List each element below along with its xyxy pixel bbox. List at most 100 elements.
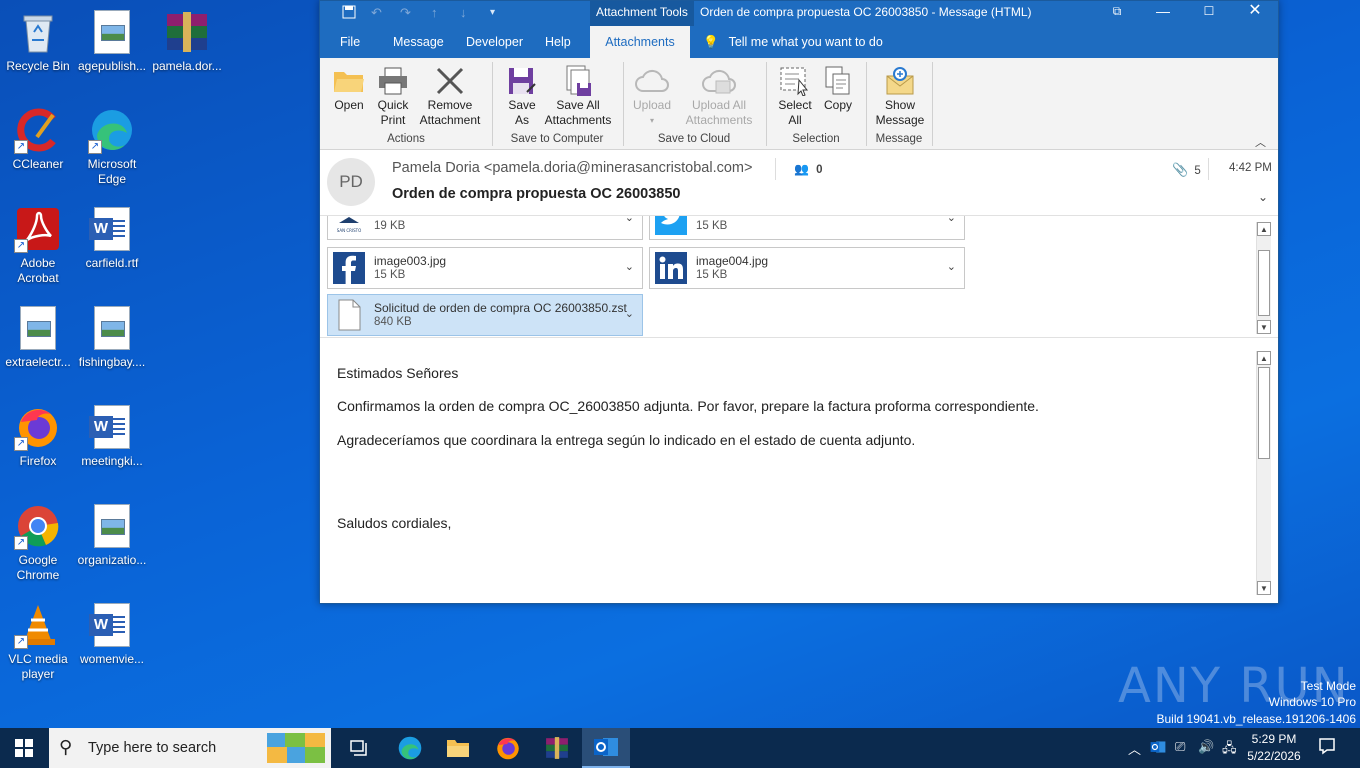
attachment-dropdown-icon[interactable]: ⌄ <box>947 260 956 273</box>
sender-address[interactable]: Pamela Doria <pamela.doria@minerasancris… <box>392 160 752 176</box>
recipients-count[interactable]: 👥 0 <box>794 162 823 176</box>
quick-print-label-2: Print <box>380 113 406 127</box>
tell-me-box[interactable]: 💡 Tell me what you want to do <box>703 26 883 58</box>
scroll-thumb[interactable] <box>1258 367 1270 459</box>
network-icon[interactable]: 🖧 <box>1222 739 1237 761</box>
desktop-icon-acrobat[interactable]: ↗ Adobe Acrobat <box>0 205 76 286</box>
firefox-icon: ↗ <box>14 403 62 451</box>
desktop-icon-chrome[interactable]: ↗ Google Chrome <box>0 502 76 583</box>
collapse-ribbon-icon[interactable]: ︿ <box>1255 134 1266 150</box>
taskbar-clock[interactable]: 5:29 PM 5/22/2026 <box>1238 731 1310 765</box>
open-button[interactable]: Open <box>330 64 368 113</box>
desktop-icon-meetingki[interactable]: W meetingki... <box>74 403 150 469</box>
attachment-scrollbar[interactable]: ▲ ▼ <box>1256 222 1271 334</box>
desktop-icon-vlc[interactable]: ↗ VLC media player <box>0 601 76 682</box>
volume-icon[interactable]: 🔊 <box>1198 739 1214 755</box>
image-file-icon <box>88 8 136 56</box>
desktop-icon-label: Recycle Bin <box>6 59 70 73</box>
copy-label: Copy <box>823 98 852 112</box>
save-all-label-2: Attachments <box>544 113 612 127</box>
meet-now-icon[interactable]: ⎚ <box>1175 739 1185 755</box>
attachment-dropdown-icon[interactable]: ⌄ <box>947 216 956 224</box>
ribbon-separator <box>932 62 933 146</box>
select-all-button[interactable]: Select All <box>775 64 815 128</box>
desktop-icon-pamela-archive[interactable]: pamela.dor... <box>149 8 225 74</box>
previous-item-icon[interactable]: ↑ <box>431 5 438 20</box>
scroll-down-arrow-icon[interactable]: ▼ <box>1257 581 1271 595</box>
save-all-attachments-button[interactable]: Save All Attachments <box>544 64 612 128</box>
remove-attachment-button[interactable]: Remove Attachment <box>417 64 483 128</box>
desktop-icon-edge[interactable]: ↗ Microsoft Edge <box>74 106 150 187</box>
ribbon-separator <box>623 62 624 146</box>
expand-header-chevron-icon[interactable]: ⌄ <box>1258 190 1268 204</box>
notification-center-icon[interactable] <box>1318 737 1336 758</box>
body-scrollbar[interactable]: ▲ ▼ <box>1256 351 1271 595</box>
desktop-icon-recycle-bin[interactable]: Recycle Bin <box>0 8 76 74</box>
taskbar-search-box[interactable]: ⚲ Type here to search <box>49 728 331 768</box>
clock-date: 5/22/2026 <box>1247 749 1301 763</box>
group-actions-label: Actions <box>387 133 425 145</box>
desktop-icon-womenvie[interactable]: W womenvie... <box>74 601 150 667</box>
desktop-icon-fishingbay[interactable]: fishingbay.... <box>74 304 150 370</box>
search-placeholder: Type here to search <box>88 740 217 756</box>
task-view-button[interactable] <box>336 728 384 768</box>
desktop-icon-extraelectr[interactable]: extraelectr... <box>0 304 76 370</box>
word-document-icon: W <box>88 205 136 253</box>
attachment-name: image004.jpg <box>696 254 769 268</box>
desktop-icon-ccleaner[interactable]: ↗ CCleaner <box>0 106 76 172</box>
desktop-icon-agepublish[interactable]: agepublish... <box>74 8 150 74</box>
remove-x-icon <box>417 64 483 98</box>
attachment-dropdown-icon[interactable]: ⌄ <box>625 216 634 224</box>
show-hidden-icons-chevron-icon[interactable]: ︿ <box>1128 739 1141 758</box>
attachment-item-selected[interactable]: Solicitud de orden de compra OC 26003850… <box>327 294 643 336</box>
show-message-button[interactable]: Show Message <box>873 64 927 128</box>
taskbar-winrar[interactable] <box>533 728 581 768</box>
save-as-button[interactable]: Save As <box>504 64 540 128</box>
attachment-count[interactable]: 📎 5 <box>1172 162 1201 178</box>
attachment-dropdown-icon[interactable]: ⌄ <box>625 307 634 320</box>
attachment-list: SAN CRISTO 19 KB ⌄ 15 KB ⌄ image003.jpg … <box>320 216 1278 338</box>
redo-icon[interactable]: ↷ <box>400 5 411 21</box>
scroll-thumb[interactable] <box>1258 250 1270 316</box>
close-button[interactable]: ✕ <box>1232 1 1278 26</box>
taskbar-outlook[interactable] <box>582 728 630 768</box>
maximize-button[interactable]: ☐ <box>1186 1 1232 26</box>
tab-help[interactable]: Help <box>535 26 581 58</box>
start-button[interactable] <box>0 728 48 768</box>
tab-file[interactable]: File <box>330 26 370 58</box>
tray-outlook-icon[interactable] <box>1150 739 1166 758</box>
quick-print-button[interactable]: Quick Print <box>374 64 412 128</box>
avatar[interactable]: PD <box>327 158 375 206</box>
attachment-item[interactable]: image004.jpg 15 KB ⌄ <box>649 247 965 289</box>
tab-message[interactable]: Message <box>383 26 454 58</box>
desktop-icon-label: Microsoft Edge <box>87 157 137 186</box>
attachment-item[interactable]: image003.jpg 15 KB ⌄ <box>327 247 643 289</box>
taskbar-edge[interactable] <box>386 728 434 768</box>
message-body[interactable]: Estimados Señores Confirmamos la orden d… <box>320 341 1278 603</box>
upload-all-attachments-button[interactable]: Upload All Attachments <box>683 64 755 128</box>
desktop-icon-organizatio[interactable]: organizatio... <box>74 502 150 568</box>
word-document-icon: W <box>88 403 136 451</box>
undo-icon[interactable]: ↶ <box>371 5 382 21</box>
taskbar-file-explorer[interactable] <box>434 728 482 768</box>
tab-developer[interactable]: Developer <box>456 26 533 58</box>
tab-attachments[interactable]: Attachments <box>590 26 690 58</box>
attachment-item[interactable]: 15 KB ⌄ <box>649 216 965 240</box>
ribbon-display-options-icon[interactable]: ⧉ <box>1094 1 1140 26</box>
next-item-icon[interactable]: ↓ <box>460 5 467 20</box>
scroll-up-arrow-icon[interactable]: ▲ <box>1257 351 1271 365</box>
upload-button[interactable]: Upload ▾ <box>629 64 675 128</box>
attachment-dropdown-icon[interactable]: ⌄ <box>625 260 634 273</box>
scroll-up-arrow-icon[interactable]: ▲ <box>1257 222 1271 236</box>
copy-button[interactable]: Copy <box>820 64 856 113</box>
image-file-icon <box>88 304 136 352</box>
desktop-icon-firefox[interactable]: ↗ Firefox <box>0 403 76 469</box>
attachment-size: 15 KB <box>696 269 728 281</box>
attachment-item[interactable]: SAN CRISTO 19 KB ⌄ <box>327 216 643 240</box>
save-icon[interactable] <box>342 5 356 22</box>
desktop-icon-carfield[interactable]: W carfield.rtf <box>74 205 150 271</box>
customize-toolbar-icon[interactable]: ▾ <box>490 7 495 18</box>
taskbar-firefox[interactable] <box>484 728 532 768</box>
scroll-down-arrow-icon[interactable]: ▼ <box>1257 320 1271 334</box>
minimize-button[interactable]: — <box>1140 1 1186 26</box>
